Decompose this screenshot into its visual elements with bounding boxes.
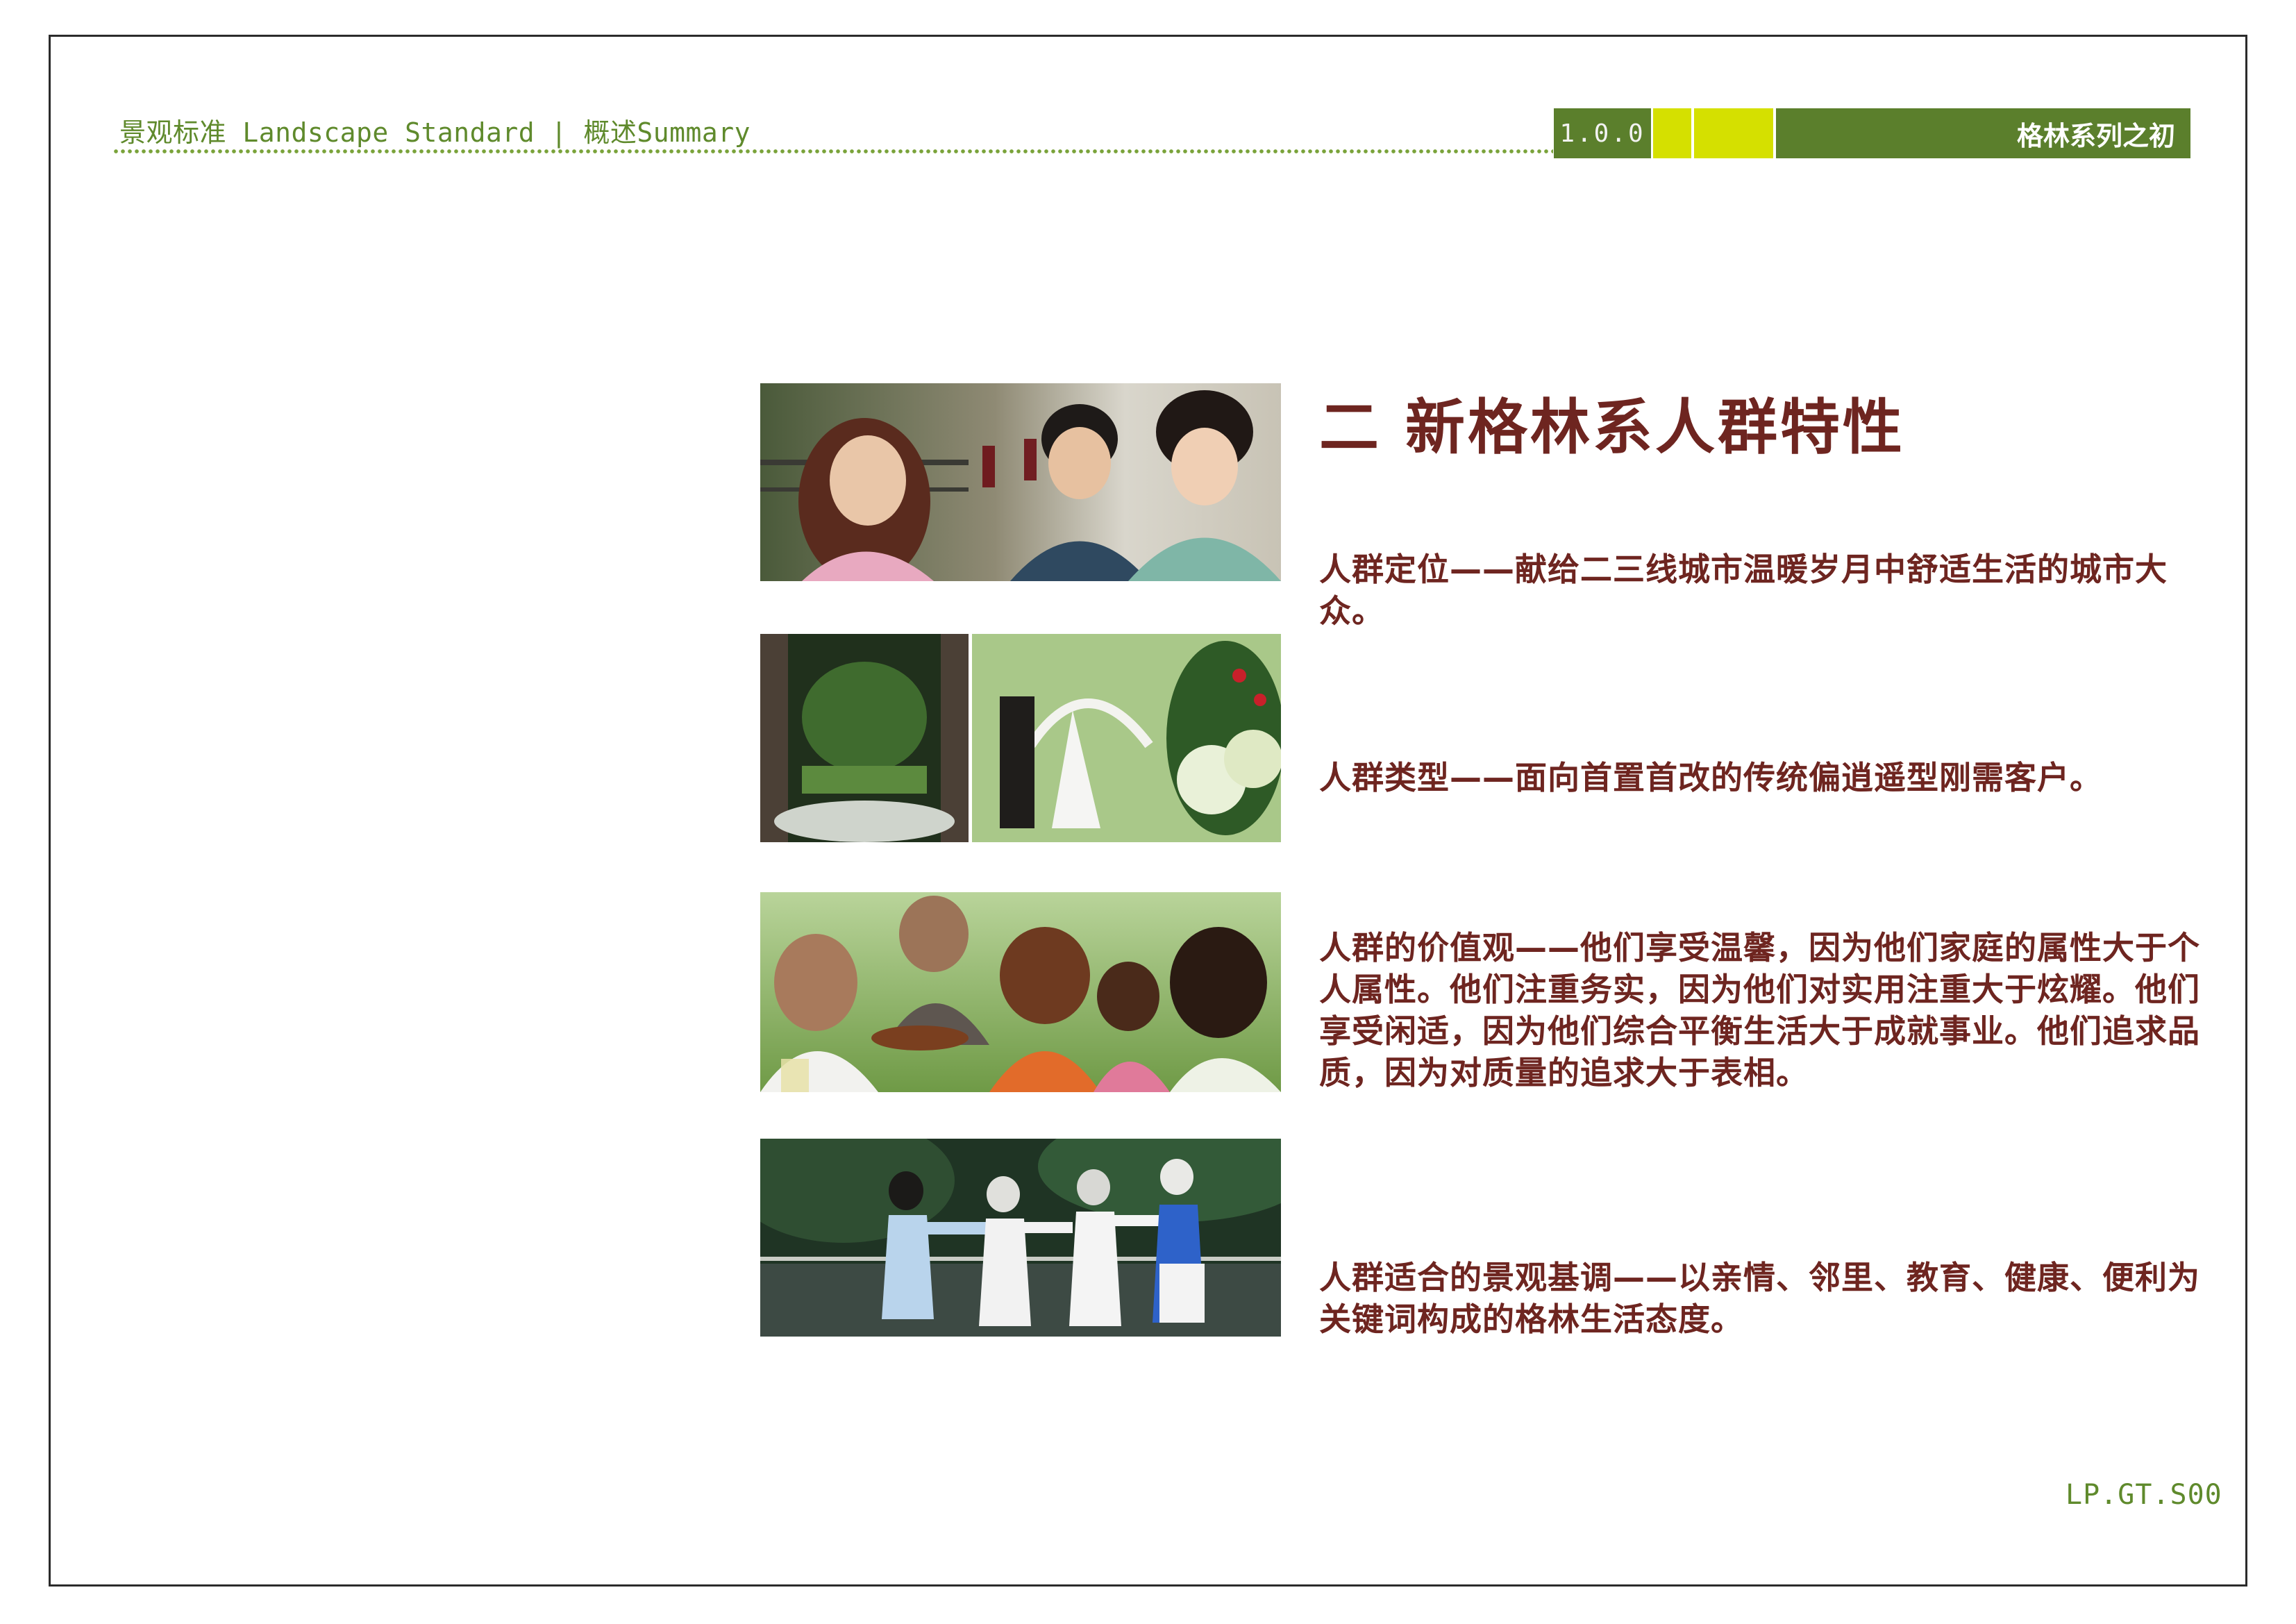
accent-block <box>1653 108 1691 158</box>
photo-family-meal-image <box>760 892 1281 1092</box>
version-badge: 1.0.0 <box>1554 108 1651 158</box>
photo-garden-wedding <box>760 634 1281 842</box>
header-title: 景观标准 Landscape Standard | 概述Summary <box>119 117 751 148</box>
page-code: LP.GT.S00 <box>2065 1479 2222 1511</box>
paragraph-crowd-positioning: 人群定位——献给二三线城市温暖岁月中舒适生活的城市大众。 <box>1319 551 2168 630</box>
photo-friends-toasting-image <box>760 383 1281 581</box>
photo-family-meal <box>760 892 1281 1092</box>
paragraph-landscape-tone: 人群适合的景观基调——以亲情、邻里、教育、健康、便利为关键词构成的格林生活态度。 <box>1319 1259 2200 1338</box>
photo-garden-wedding-image <box>760 634 1281 842</box>
series-label: 格林系列之初 <box>1776 108 2190 158</box>
dotted-divider <box>112 149 1553 154</box>
photo-seniors-taichi-image <box>760 1139 1281 1337</box>
photo-friends-toasting <box>760 383 1281 581</box>
paragraph-crowd-type: 人群类型——面向首置首改的传统偏逍遥型刚需客户。 <box>1319 759 2102 796</box>
photo-seniors-taichi <box>760 1139 1281 1337</box>
accent-block <box>1694 108 1773 158</box>
section-title: 二 新格林系人群特性 <box>1319 393 1905 462</box>
paragraph-crowd-values: 人群的价值观——他们享受温馨，因为他们家庭的属性大于个人属性。他们注重务实，因为… <box>1319 929 2200 1091</box>
